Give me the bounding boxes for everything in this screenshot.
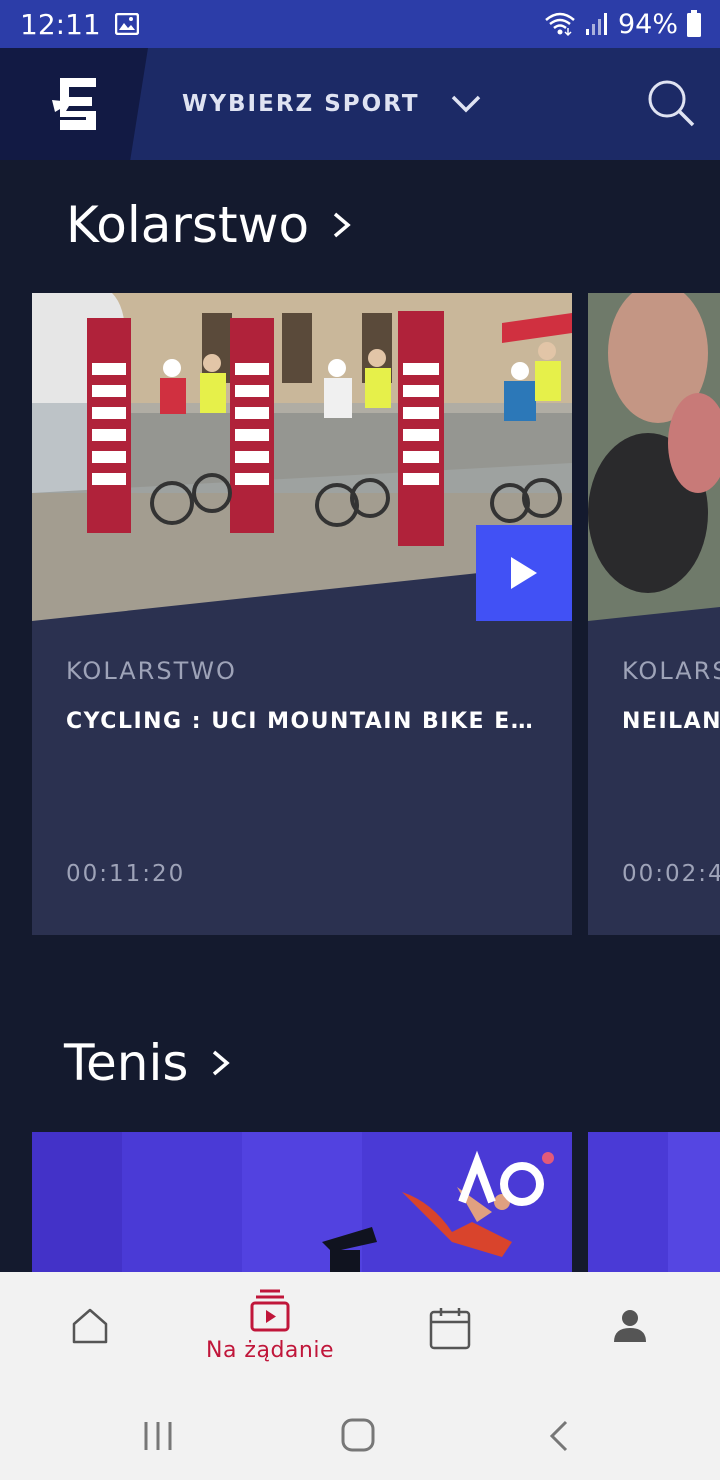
video-thumbnail[interactable] <box>588 293 720 621</box>
nav-home[interactable] <box>0 1272 180 1392</box>
tennis-thumbnail-image <box>32 1132 572 1272</box>
battery-icon <box>687 10 701 37</box>
section-title-cycling[interactable]: Kolarstwo <box>66 196 353 254</box>
card-title: CYCLING : UCI MOUNTAIN BIKE E… <box>66 709 535 734</box>
card-duration: 00:11:20 <box>66 861 186 887</box>
chevron-down-icon <box>451 95 480 113</box>
home-circle-icon[interactable] <box>338 1418 378 1454</box>
chevron-right-icon <box>213 1050 231 1076</box>
nav-calendar[interactable] <box>360 1272 540 1392</box>
play-icon <box>511 557 537 589</box>
section-title-tennis[interactable]: Tenis <box>64 1034 232 1092</box>
battery-percentage: 94% <box>617 8 678 40</box>
back-icon[interactable] <box>540 1418 580 1454</box>
nav-on-demand[interactable]: Na żądanie <box>180 1272 360 1392</box>
play-button[interactable] <box>476 525 572 621</box>
section-title-text: Kolarstwo <box>66 196 310 254</box>
video-thumbnail[interactable] <box>32 293 572 621</box>
wifi-icon <box>545 12 575 37</box>
gallery-notification-icon <box>114 13 139 35</box>
on-demand-icon <box>250 1289 290 1332</box>
signal-icon <box>585 13 607 35</box>
recents-icon[interactable] <box>138 1418 178 1454</box>
card-duration: 00:02:4 <box>622 861 720 887</box>
tennis-thumbnail-image <box>588 1132 720 1272</box>
bottom-navigation: Na żądanie <box>0 1272 720 1392</box>
top-navigation-bar: WYBIERZ SPORT <box>0 48 720 160</box>
search-icon[interactable] <box>646 78 696 128</box>
cycling-closeup-thumbnail-image <box>588 293 720 621</box>
profile-icon <box>614 1310 646 1342</box>
video-card[interactable] <box>32 1132 572 1272</box>
sport-picker-dropdown[interactable]: WYBIERZ SPORT <box>182 48 482 160</box>
video-card[interactable] <box>588 1132 720 1272</box>
card-sport-label: KOLARSTWO <box>622 657 720 685</box>
chevron-right-icon <box>333 212 351 238</box>
calendar-icon <box>429 1308 471 1350</box>
card-title: NEILANDS <box>622 709 720 734</box>
section-title-text: Tenis <box>64 1034 189 1092</box>
video-card[interactable]: KOLARSTWO CYCLING : UCI MOUNTAIN BIKE E…… <box>32 293 572 935</box>
nav-on-demand-label: Na żądanie <box>206 1338 334 1363</box>
card-sport-label: KOLARSTWO <box>66 657 237 685</box>
system-navigation-bar <box>0 1392 720 1480</box>
home-icon <box>72 1308 108 1344</box>
sport-picker-label: WYBIERZ SPORT <box>182 91 420 117</box>
video-card[interactable]: KOLARSTWO NEILANDS 00:02:4 <box>588 293 720 935</box>
status-time: 12:11 <box>20 7 101 41</box>
eurosport-logo-icon[interactable] <box>52 78 102 130</box>
nav-profile[interactable] <box>540 1272 720 1392</box>
status-bar: 12:11 94% <box>0 0 720 48</box>
